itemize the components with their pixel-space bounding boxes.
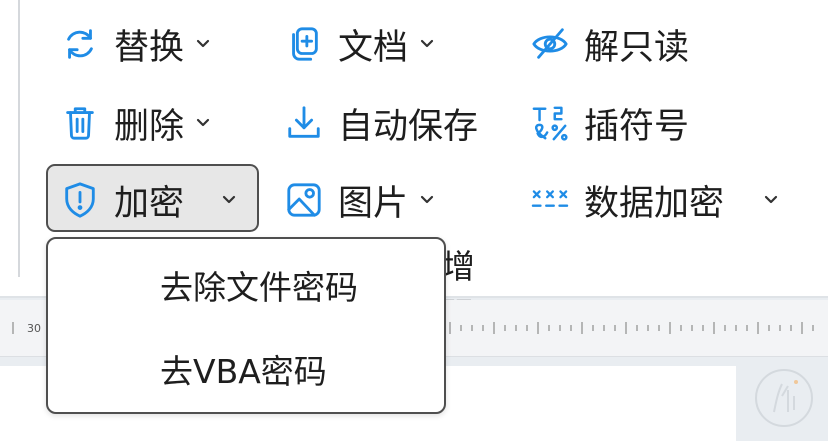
autosave-button[interactable]: 自动保存 bbox=[284, 96, 478, 150]
ruler-label: 30 bbox=[27, 322, 41, 335]
document-label: 文档 bbox=[338, 27, 409, 68]
refresh-icon bbox=[60, 24, 100, 64]
watermark-logo-icon bbox=[752, 366, 816, 430]
ribbon-divider bbox=[18, 0, 20, 277]
data-encrypt-label: 数据加密 bbox=[584, 183, 725, 224]
asterisks-icon bbox=[530, 180, 570, 220]
delete-button[interactable]: 删除 bbox=[60, 96, 212, 150]
chevron-down-icon[interactable] bbox=[194, 35, 212, 53]
encrypt-dropdown-menu: 去除文件密码 去VBA密码 bbox=[46, 237, 446, 414]
menu-item-label: 去VBA密码 bbox=[160, 352, 327, 391]
chevron-down-icon[interactable] bbox=[220, 191, 238, 209]
replace-button[interactable]: 替换 bbox=[60, 17, 212, 71]
trash-icon bbox=[60, 103, 100, 143]
image-icon bbox=[284, 180, 324, 220]
autosave-label: 自动保存 bbox=[338, 106, 479, 147]
insert-symbol-label: 插符号 bbox=[584, 106, 690, 147]
image-label: 图片 bbox=[338, 183, 409, 224]
chevron-down-icon[interactable] bbox=[418, 191, 436, 209]
chevron-down-icon[interactable] bbox=[194, 114, 212, 132]
eye-off-icon bbox=[530, 24, 570, 64]
insert-symbol-button[interactable]: 插符号 bbox=[530, 96, 689, 150]
menu-item-label: 去除文件密码 bbox=[160, 268, 358, 307]
encrypt-label: 加密 bbox=[114, 183, 185, 224]
chevron-down-icon[interactable] bbox=[762, 191, 780, 209]
data-encrypt-button[interactable]: 数据加密 bbox=[530, 173, 780, 227]
encrypt-button[interactable]: 加密 bbox=[60, 173, 238, 227]
replace-label: 替换 bbox=[114, 27, 185, 68]
chevron-down-icon[interactable] bbox=[418, 35, 436, 53]
remove-readonly-button[interactable]: 解只读 bbox=[530, 17, 689, 71]
menu-item-remove-vba-password[interactable]: 去VBA密码 bbox=[48, 339, 444, 399]
menu-item-remove-file-password[interactable]: 去除文件密码 bbox=[48, 255, 444, 315]
document-button[interactable]: 文档 bbox=[284, 17, 436, 71]
document-add-icon bbox=[284, 24, 324, 64]
symbols-icon bbox=[530, 103, 570, 143]
download-icon bbox=[284, 103, 324, 143]
shield-alert-icon bbox=[60, 180, 100, 220]
image-button[interactable]: 图片 bbox=[284, 173, 436, 227]
delete-label: 删除 bbox=[114, 106, 185, 147]
remove-readonly-label: 解只读 bbox=[584, 27, 690, 68]
